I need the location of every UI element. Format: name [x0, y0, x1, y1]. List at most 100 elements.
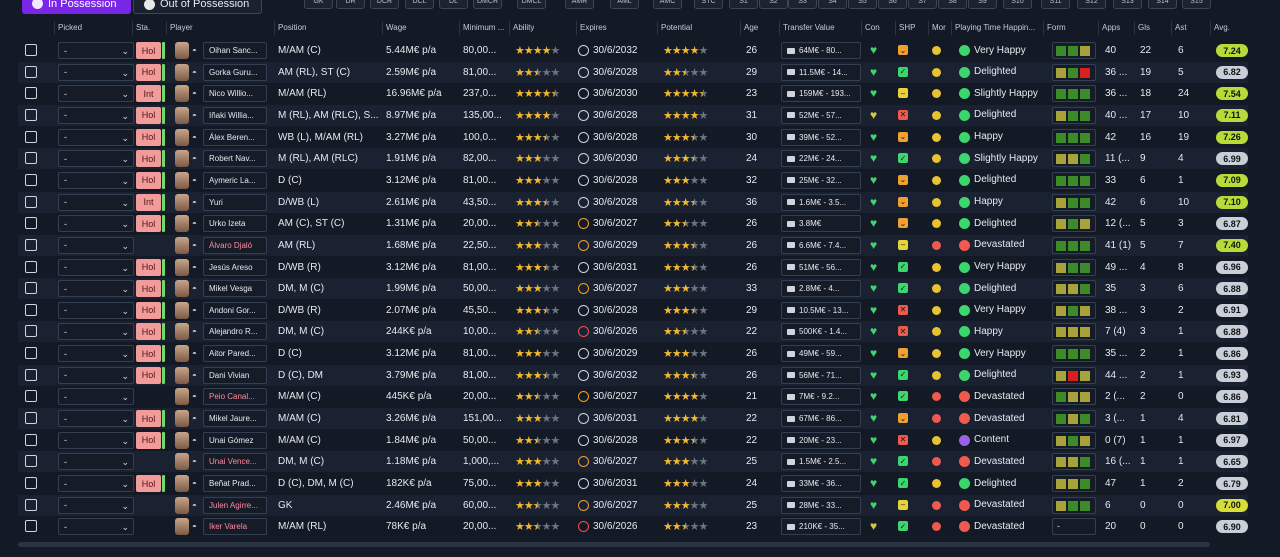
header-potential[interactable]: Potential — [661, 23, 692, 32]
header-con[interactable]: Con — [865, 23, 880, 32]
status-badge[interactable]: Hol — [136, 431, 161, 449]
position-button-dr[interactable]: DR — [336, 0, 365, 9]
select-checkbox[interactable] — [25, 368, 37, 381]
select-checkbox[interactable] — [25, 195, 37, 208]
player-name[interactable]: Andoni Gor... — [203, 301, 267, 319]
picked-dropdown[interactable]: - ⌄ — [58, 388, 134, 406]
table-row[interactable]: - ⌄ Hol ◓ Unai Gómez M/AM (C) 1.84M€ p/a… — [18, 430, 1248, 451]
select-checkbox[interactable] — [25, 65, 37, 78]
status-badge[interactable]: Hol — [136, 323, 161, 341]
player-name[interactable]: Aitor Pared... — [203, 345, 267, 363]
picked-dropdown[interactable]: - ⌄ — [58, 496, 134, 514]
header-wage[interactable]: Wage — [386, 23, 407, 32]
picked-dropdown[interactable]: - ⌄ — [58, 236, 134, 254]
picked-dropdown[interactable]: - ⌄ — [58, 42, 134, 59]
table-row[interactable]: - ⌄ Hol ◓ Dani Vivian D (C), DM 3.79M€ p… — [18, 364, 1248, 386]
select-checkbox[interactable] — [25, 260, 37, 273]
player-info-icon[interactable]: ◓ — [192, 241, 197, 250]
status-badge[interactable]: Hol — [136, 63, 161, 81]
select-checkbox[interactable] — [25, 498, 37, 511]
header-ast[interactable]: Ast — [1175, 23, 1187, 32]
transfer-value-cell[interactable]: 1.5M€ - 2.5... — [781, 453, 861, 471]
table-row[interactable]: - ⌄ ◓ Álvaro Djaló AM (RL) 1.68M€ p/a 22… — [18, 234, 1248, 256]
player-info-icon[interactable]: ◓ — [192, 349, 197, 358]
picked-dropdown[interactable]: - ⌄ — [58, 85, 134, 103]
position-button-dl[interactable]: DL — [439, 0, 468, 9]
table-row[interactable]: - ⌄ Int ◓ Yuri D/WB (L) 2.61M€ p/a 43,50… — [18, 191, 1248, 213]
player-info-icon[interactable]: ◓ — [192, 306, 197, 315]
picked-dropdown[interactable]: - ⌄ — [58, 345, 134, 363]
player-info-icon[interactable]: ◓ — [192, 219, 197, 228]
picked-dropdown[interactable]: - ⌄ — [58, 193, 134, 211]
player-name[interactable]: Peio Canal... — [203, 388, 267, 406]
status-badge[interactable]: Hol — [136, 280, 161, 298]
transfer-value-cell[interactable]: 20M€ - 23... — [781, 431, 861, 449]
table-row[interactable]: - ⌄ Hol ◓ Álex Beren... WB (L), M/AM (RL… — [18, 127, 1248, 148]
status-badge[interactable]: Hol — [136, 215, 161, 233]
transfer-value-cell[interactable]: 22M€ - 24... — [781, 150, 861, 168]
transfer-value-cell[interactable]: 52M€ - 57... — [781, 106, 861, 124]
position-button-dcl[interactable]: DCL — [405, 0, 434, 9]
header-expires[interactable]: Expires — [580, 23, 607, 32]
player-info-icon[interactable]: ◓ — [192, 133, 197, 142]
select-checkbox[interactable] — [25, 325, 37, 338]
select-checkbox[interactable] — [25, 455, 37, 468]
header-playing-time[interactable]: Playing Time Happin... — [955, 23, 1035, 32]
header-gls[interactable]: Gls — [1138, 23, 1150, 32]
player-name[interactable]: Iker Varela — [203, 518, 267, 536]
select-checkbox[interactable] — [25, 303, 37, 316]
picked-dropdown[interactable]: - ⌄ — [58, 301, 134, 319]
position-button-s9[interactable]: S9 — [968, 0, 997, 9]
player-name[interactable]: Aymeric La... — [203, 171, 267, 189]
position-button-aml[interactable]: AML — [610, 0, 639, 9]
player-name[interactable]: Julen Agirre... — [203, 496, 267, 514]
picked-dropdown[interactable]: - ⌄ — [58, 323, 134, 341]
position-button-s4[interactable]: S4 — [818, 0, 847, 9]
transfer-value-cell[interactable]: 64M€ - 80... — [781, 42, 861, 59]
player-info-icon[interactable]: ◓ — [192, 111, 197, 120]
table-row[interactable]: - ⌄ Hol ◓ Mikel Jaure... M/AM (C) 3.26M€… — [18, 408, 1248, 430]
status-badge[interactable]: Hol — [136, 475, 161, 492]
position-button-amr[interactable]: AMR — [565, 0, 594, 9]
select-checkbox[interactable] — [25, 390, 37, 403]
select-checkbox[interactable] — [25, 130, 37, 143]
position-button-amc[interactable]: AMC — [653, 0, 682, 9]
select-checkbox[interactable] — [25, 282, 37, 295]
header-mor[interactable]: Mor — [932, 23, 946, 32]
select-checkbox[interactable] — [25, 433, 37, 446]
player-info-icon[interactable]: ◓ — [192, 392, 197, 401]
status-badge[interactable]: Int — [136, 85, 161, 103]
transfer-value-cell[interactable]: 33M€ - 36... — [781, 475, 861, 492]
position-button-s14[interactable]: S14 — [1148, 0, 1177, 9]
status-badge[interactable]: Hol — [136, 150, 161, 168]
position-button-s7[interactable]: S7 — [908, 0, 937, 9]
position-button-s5[interactable]: S5 — [848, 0, 877, 9]
player-info-icon[interactable]: ◓ — [192, 46, 197, 55]
header-picked[interactable]: Picked — [58, 23, 82, 32]
header-position[interactable]: Position — [278, 23, 306, 32]
player-name[interactable]: Robert Nav... — [203, 150, 267, 168]
picked-dropdown[interactable]: - ⌄ — [58, 453, 134, 471]
transfer-value-cell[interactable]: 159M€ - 193... — [781, 85, 861, 103]
header-form[interactable]: Form — [1047, 23, 1066, 32]
table-row[interactable]: - ⌄ Hol ◓ Mikel Vesga DM, M (C) 1.99M€ p… — [18, 278, 1248, 300]
player-info-icon[interactable]: ◓ — [192, 479, 197, 488]
table-row[interactable]: - ⌄ ◓ Julen Agirre... GK 2.46M€ p/a 60,0… — [18, 494, 1248, 516]
picked-dropdown[interactable]: - ⌄ — [58, 475, 134, 492]
table-row[interactable]: - ⌄ ◓ Unai Vence... DM, M (C) 1.18M€ p/a… — [18, 451, 1248, 473]
player-info-icon[interactable]: ◓ — [192, 501, 197, 510]
transfer-value-cell[interactable]: 25M€ - 32... — [781, 171, 861, 189]
status-badge[interactable]: Hol — [136, 171, 161, 189]
select-checkbox[interactable] — [25, 520, 37, 533]
table-row[interactable]: - ⌄ Hol ◓ Jesús Areso D/WB (R) 3.12M€ p/… — [18, 257, 1248, 278]
picked-dropdown[interactable]: - ⌄ — [58, 128, 134, 146]
table-row[interactable]: - ⌄ ◓ Iker Varela M/AM (RL) 78K€ p/a 20,… — [18, 516, 1248, 537]
header-minimum[interactable]: Minimum ... — [463, 23, 504, 32]
select-checkbox[interactable] — [25, 477, 37, 489]
table-row[interactable]: - ⌄ Int ◓ Nico Willio... M/AM (RL) 16.96… — [18, 83, 1248, 104]
position-button-s1[interactable]: S1 — [729, 0, 758, 9]
player-name[interactable]: Urko Izeta — [203, 215, 267, 233]
transfer-value-cell[interactable]: 10.5M€ - 13... — [781, 301, 861, 319]
player-name[interactable]: Mikel Jaure... — [203, 410, 267, 428]
player-name[interactable]: Unai Gómez — [203, 431, 267, 449]
